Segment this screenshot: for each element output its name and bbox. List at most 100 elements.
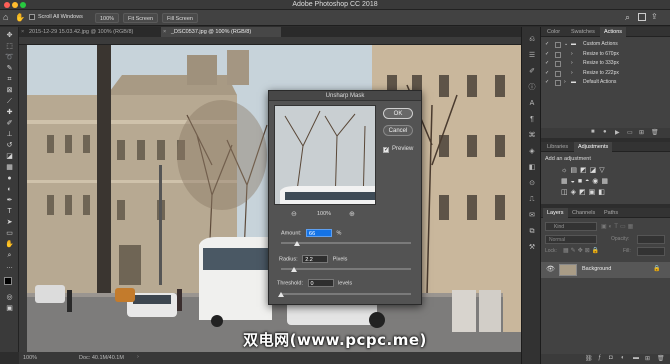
amount-input[interactable]: 66 [306,229,333,237]
adjustment-icons-row-2[interactable]: ▦◒■◓◉▦ [561,177,611,185]
chevron-right-icon[interactable]: › [571,50,573,60]
frame-tool-icon[interactable]: ⊠ [5,86,14,95]
scroll-all-windows-checkbox[interactable] [29,14,35,20]
fill-screen-button[interactable]: Fill Screen [162,13,198,23]
opacity-input[interactable] [637,235,665,244]
move-tool-icon[interactable]: ✥ [5,31,14,40]
check-icon[interactable]: ✓ [545,50,549,60]
hand-tool-icon[interactable]: ✋ [15,13,25,22]
screen-mode-icon[interactable]: ▣ [5,304,14,313]
preview-checkbox[interactable]: ✓ [383,147,389,153]
tab-actions[interactable]: Actions [600,27,627,37]
new-layer-icon[interactable]: ⊞ [645,355,650,362]
add-mask-icon[interactable]: ◘ [609,355,613,361]
action-row[interactable]: ✓ › Resize to 222px [541,69,670,79]
new-action-icon[interactable]: ⊞ [639,129,644,136]
lock-icons[interactable]: ▦✎✥⊠🔒 [563,247,601,254]
workspace-icon[interactable] [638,13,646,21]
amount-slider-knob[interactable] [293,241,300,246]
shape-tool-icon[interactable]: ▭ [5,229,14,238]
doc-tab-2[interactable]: × _DSC0537.jpg @ 100% (RGB/8) [161,27,281,37]
tab-channels[interactable]: Channels [568,208,599,218]
status-menu-icon[interactable]: › [137,354,139,360]
layer-comps-icon[interactable]: ⧉ [527,227,537,236]
layer-filter-icons[interactable]: ▣◐T▭▦ [601,223,635,230]
radius-slider-knob[interactable] [291,267,297,272]
trash-icon[interactable]: 🗑 [657,355,665,362]
chevron-right-icon[interactable]: › [564,78,566,88]
more-tools-icon[interactable]: … [5,262,14,271]
hand-tool-icon[interactable]: ✋ [5,240,14,249]
character-icon[interactable]: A [527,99,537,108]
eyedropper-tool-icon[interactable]: ⟋ [5,97,14,106]
adjustment-icons-row-3[interactable]: ◫◈◩▣◧ [561,188,608,196]
action-row[interactable]: ✓ › Resize to 333px [541,59,670,69]
ok-button[interactable]: OK [383,108,413,119]
radius-input[interactable]: 2.2 [302,255,329,263]
properties-icon[interactable]: ☰ [527,51,537,60]
tab-adjustments[interactable]: Adjustments [574,142,613,152]
new-group-icon[interactable]: ▬ [633,355,639,361]
dialog-toggle-box[interactable] [555,70,561,77]
dialog-toggle-box[interactable] [555,61,561,67]
layer-row-background[interactable]: 👁 Background 🔒 [541,262,670,278]
record-icon[interactable]: ● [603,129,607,135]
fx-icon[interactable]: ƒ [598,355,601,361]
threshold-slider-knob[interactable] [278,292,284,297]
threshold-input[interactable]: 0 [307,279,334,287]
new-set-icon[interactable]: ▭ [627,129,633,136]
home-icon[interactable]: ⌂ [3,12,8,22]
eye-icon[interactable]: 👁 [546,265,555,273]
tab-libraries[interactable]: Libraries [543,142,572,152]
timeline-icon[interactable]: ⎍ [527,195,537,204]
zoom-100-button[interactable]: 100% [95,13,120,23]
tab-swatches[interactable]: Swatches [567,27,599,37]
threshold-slider[interactable] [278,292,411,297]
notes-icon[interactable]: ✉ [527,211,537,220]
tab-layers[interactable]: Layers [543,208,568,218]
new-adjustment-icon[interactable]: ◐ [621,355,625,361]
share-icon[interactable]: ⇪ [651,12,658,21]
chevron-right-icon[interactable]: › [571,69,573,79]
navigator-icon[interactable]: ◧ [527,163,537,172]
marquee-tool-icon[interactable]: ⬚ [5,42,14,51]
brush-tool-icon[interactable]: ✐ [5,119,14,128]
adjustment-icons-row-1[interactable]: ☼▤◩◪▽ [561,166,608,174]
zoom-out-icon[interactable]: ⊖ [291,210,297,218]
link-layers-icon[interactable]: ⛓ [585,355,593,362]
doc-tab-1[interactable]: × 2015-12-29 15.03.42.jpg @ 100% (RGB/8) [19,27,159,37]
search-icon[interactable]: ⌕ [625,12,630,23]
action-row[interactable]: ✓ › Resize to 670px [541,50,670,60]
stop-icon[interactable]: ■ [591,129,595,135]
clone-source-icon[interactable]: ⊙ [527,179,537,188]
zoom-in-icon[interactable]: ⊕ [349,210,355,218]
check-icon[interactable]: ✓ [545,69,549,79]
glyphs-icon[interactable]: ⌘ [527,131,537,140]
amount-slider[interactable] [281,241,411,246]
dodge-tool-icon[interactable]: ◐ [5,185,14,194]
clone-stamp-tool-icon[interactable]: ⊥ [5,130,14,139]
pen-tool-icon[interactable]: ✒ [5,196,14,205]
foreground-color-swatch[interactable] [4,277,12,285]
eraser-tool-icon[interactable]: ◪ [5,152,14,161]
status-zoom[interactable]: 100% [23,355,37,361]
fill-input[interactable] [637,247,665,256]
tool-presets-icon[interactable]: ⚒ [527,243,537,252]
dialog-toggle-box[interactable] [555,80,561,86]
type-tool-icon[interactable]: T [5,207,14,216]
blend-mode-select[interactable]: Normal [545,235,597,244]
play-icon[interactable]: ▶ [615,129,620,136]
tab-paths[interactable]: Paths [600,208,622,218]
lasso-tool-icon[interactable]: ➰ [5,53,14,62]
action-set-row[interactable]: ✓ ⌄ ▬ Custom Actions [541,40,670,50]
history-icon[interactable]: ⎌ [527,35,537,44]
tab-color[interactable]: Color [543,27,564,37]
quick-mask-icon[interactable]: ◎ [5,293,14,302]
dialog-toggle-box[interactable] [555,42,561,48]
action-set-row[interactable]: ✓ › ▬ Default Actions [541,78,670,88]
healing-brush-tool-icon[interactable]: ✚ [5,108,14,117]
trash-icon[interactable]: 🗑 [651,129,659,136]
path-select-tool-icon[interactable]: ➤ [5,218,14,227]
layer-filter-input[interactable]: Kind [545,222,597,231]
check-icon[interactable]: ✓ [545,59,549,69]
